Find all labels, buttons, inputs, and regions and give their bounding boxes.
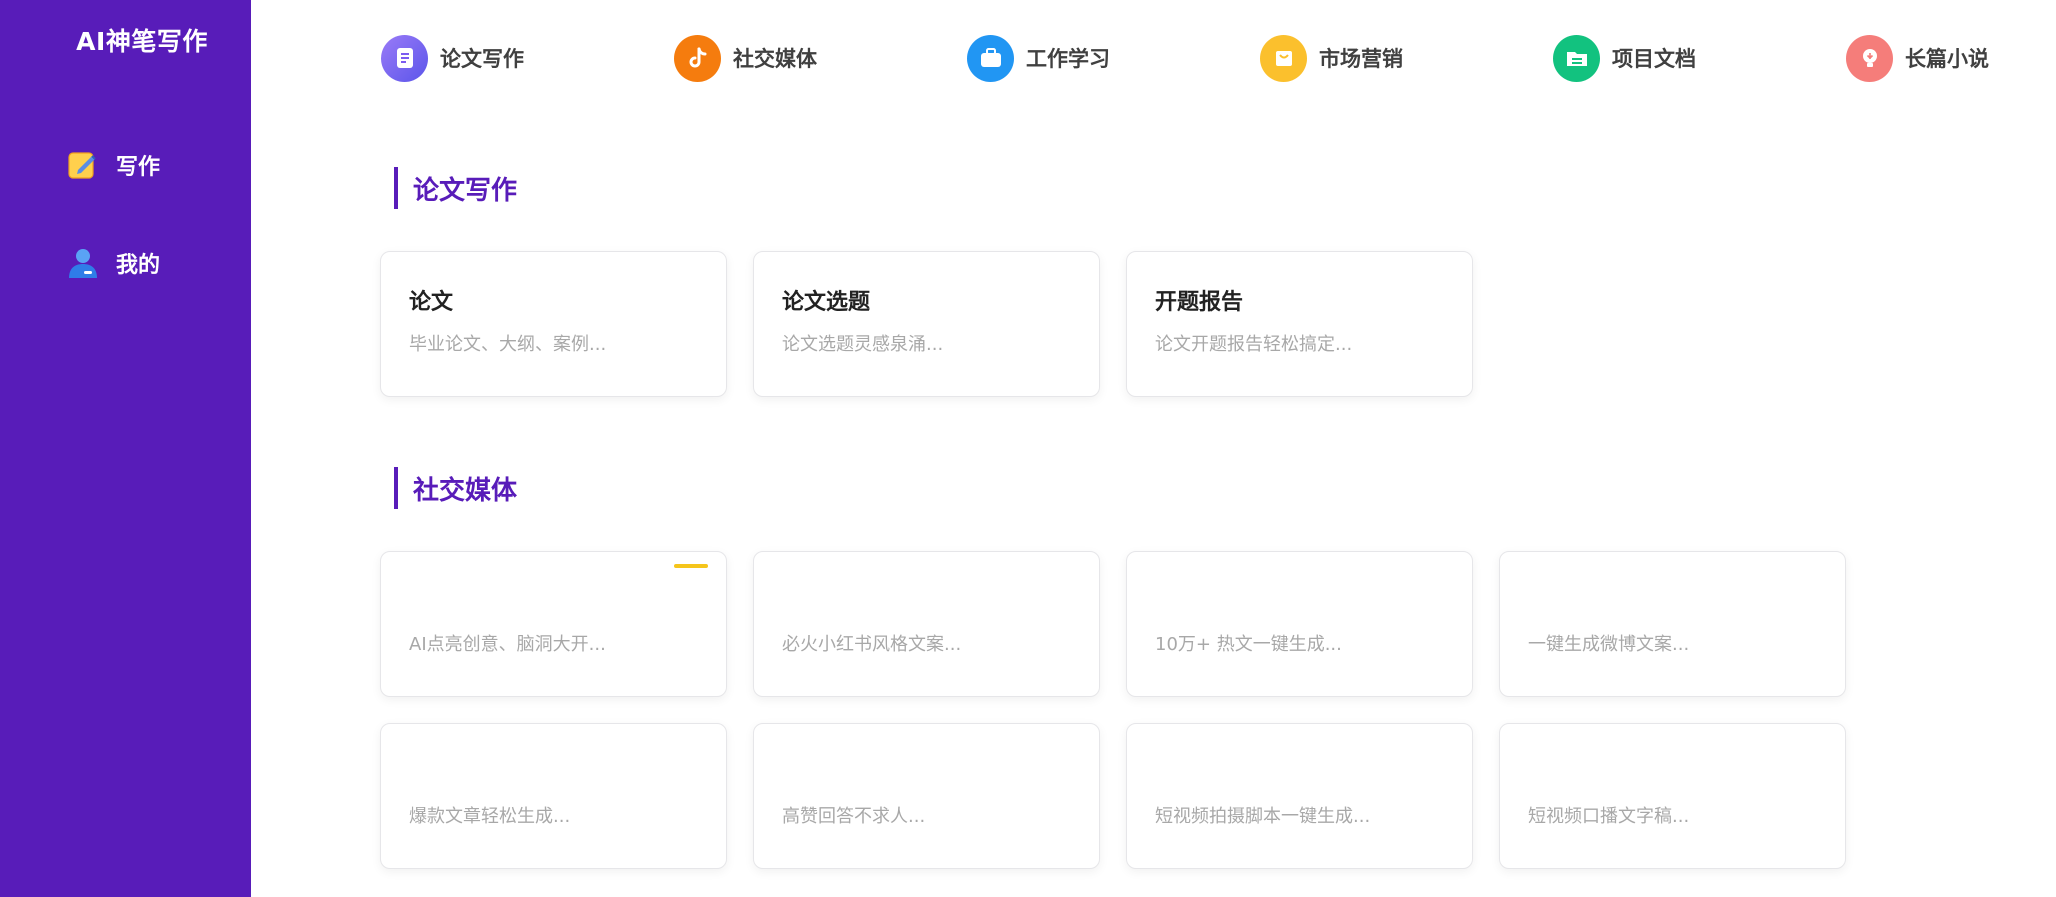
nav-item-project-docs[interactable]: 项目文档: [1553, 34, 1696, 82]
card-paper-topic[interactable]: 论文选题 论文选题灵感泉涌...: [753, 251, 1100, 397]
briefcase-icon: [967, 34, 1014, 82]
nav-item-social-media[interactable]: 社交媒体: [674, 34, 817, 82]
card-desc: 10万+ 热文一键生成...: [1155, 634, 1342, 655]
card-desc: 论文选题灵感泉涌...: [782, 334, 944, 355]
card-desc: 高赞回答不求人...: [782, 806, 926, 827]
app-brand: AI神笔写作: [76, 27, 208, 56]
nav-item-paper-writing[interactable]: 论文写作: [381, 34, 524, 82]
card-desc: 短视频口播文字稿...: [1528, 806, 1690, 827]
nav-item-label: 社交媒体: [733, 47, 817, 71]
nav-item-novel[interactable]: 长篇小说: [1846, 34, 1989, 82]
card-social-8[interactable]: 短视频口播文字稿...: [1499, 723, 1846, 869]
card-title: 开题报告: [1155, 290, 1244, 315]
tiktok-icon: [674, 34, 721, 82]
sidebar-item-mine[interactable]: 我的: [66, 243, 160, 283]
card-title: 论文: [409, 290, 454, 315]
pencil-note-icon: [68, 152, 96, 179]
card-social-6[interactable]: 高赞回答不求人...: [753, 723, 1100, 869]
card-proposal-report[interactable]: 开题报告 论文开题报告轻松搞定...: [1126, 251, 1473, 397]
shopping-bag-icon: [1260, 34, 1307, 82]
nav-item-marketing[interactable]: 市场营销: [1260, 34, 1403, 82]
nav-item-label: 长篇小说: [1905, 47, 1989, 71]
card-desc: 爆款文章轻松生成...: [409, 806, 571, 827]
sparkle-icon: [674, 564, 708, 568]
sidebar-item-label: 写作: [116, 155, 161, 180]
nav-item-label: 论文写作: [440, 47, 524, 71]
card-desc: 短视频拍摄脚本一键生成...: [1155, 806, 1371, 827]
sidebar: AI神笔写作 写作 我的: [0, 0, 251, 897]
card-social-5[interactable]: 爆款文章轻松生成...: [380, 723, 727, 869]
lightbulb-icon: [1846, 34, 1893, 82]
card-paper[interactable]: 论文 毕业论文、大纲、案例...: [380, 251, 727, 397]
section-title-paper-writing: 论文写作: [394, 167, 517, 209]
sidebar-item-label: 我的: [116, 253, 161, 278]
card-desc: 一键生成微博文案...: [1528, 634, 1690, 655]
card-desc: 论文开题报告轻松搞定...: [1155, 334, 1353, 355]
card-title: 论文选题: [782, 290, 871, 315]
card-social-3[interactable]: 10万+ 热文一键生成...: [1126, 551, 1473, 697]
nav-item-label: 工作学习: [1026, 47, 1110, 71]
card-desc: 毕业论文、大纲、案例...: [409, 334, 607, 355]
nav-item-label: 市场营销: [1319, 47, 1403, 71]
card-social-7[interactable]: 短视频拍摄脚本一键生成...: [1126, 723, 1473, 869]
card-desc: 必火小红书风格文案...: [782, 634, 962, 655]
nav-item-work-study[interactable]: 工作学习: [967, 34, 1110, 82]
card-social-4[interactable]: 一键生成微博文案...: [1499, 551, 1846, 697]
sidebar-item-write[interactable]: 写作: [66, 145, 160, 185]
card-social-2[interactable]: 必火小红书风格文案...: [753, 551, 1100, 697]
folder-icon: [1553, 34, 1600, 82]
card-social-1[interactable]: AI点亮创意、脑洞大开...: [380, 551, 727, 697]
card-desc: AI点亮创意、脑洞大开...: [409, 634, 606, 655]
nav-item-label: 项目文档: [1612, 47, 1696, 71]
document-icon: [381, 34, 428, 82]
user-icon: [69, 249, 97, 278]
section-title-social-media: 社交媒体: [394, 467, 517, 509]
